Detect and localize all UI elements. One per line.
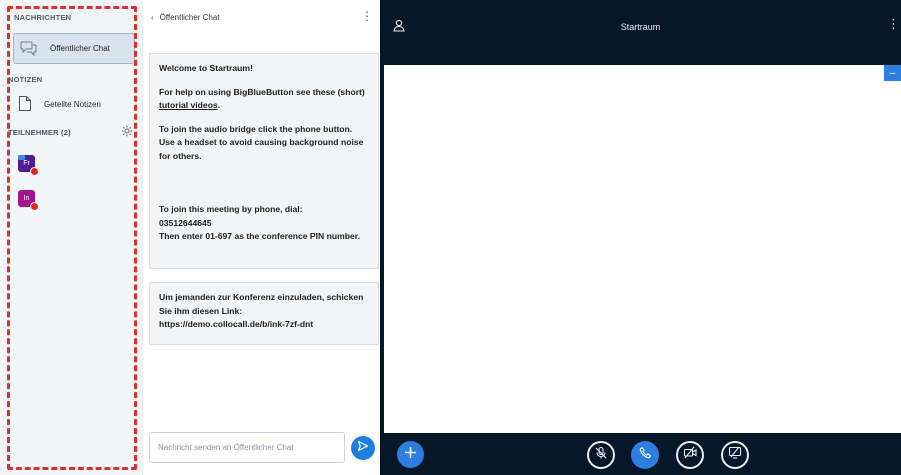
screen-share-off-icon bbox=[728, 446, 742, 464]
leave-audio-button[interactable] bbox=[631, 441, 659, 469]
public-chat-label: Öffentlicher Chat bbox=[50, 44, 110, 53]
dialin-number: 03512644645 bbox=[159, 217, 212, 228]
plus-icon bbox=[404, 446, 417, 464]
participants-section-title: TEILNEHMER (2) bbox=[8, 128, 71, 137]
document-icon bbox=[18, 95, 32, 114]
tutorial-videos-link[interactable]: tutorial videos bbox=[159, 100, 218, 110]
mic-muted-icon bbox=[594, 446, 608, 465]
help-line: For help on using BigBlueButton see thes… bbox=[159, 86, 365, 111]
share-webcam-button[interactable] bbox=[676, 441, 704, 469]
avatar[interactable]: In bbox=[18, 190, 39, 211]
kebab-menu-icon[interactable]: ⋮ bbox=[361, 10, 373, 22]
avatar[interactable]: Fr bbox=[18, 155, 39, 176]
send-button[interactable] bbox=[351, 436, 375, 460]
sidebar-item-public-chat[interactable]: Öffentlicher Chat bbox=[13, 33, 135, 64]
chat-message-input[interactable] bbox=[149, 432, 345, 463]
sidebar-item-shared-notes[interactable]: Geteilte Notizen bbox=[18, 92, 101, 116]
welcome-line: Welcome to Startraum! bbox=[159, 63, 253, 73]
notes-section-title: NOTIZEN bbox=[8, 75, 43, 84]
chat-header[interactable]: ‹ Öffentlicher Chat bbox=[151, 13, 220, 22]
avatar-initials: In bbox=[23, 195, 30, 202]
chat-title: Öffentlicher Chat bbox=[159, 13, 220, 22]
invite-message: Um jemanden zur Konferenz einzuladen, sc… bbox=[149, 282, 379, 345]
room-title: Startraum bbox=[620, 22, 661, 32]
chat-bubbles-icon bbox=[20, 40, 38, 58]
share-screen-button[interactable] bbox=[721, 441, 749, 469]
send-icon bbox=[357, 439, 369, 457]
welcome-message: Welcome to Startraum! For help on using … bbox=[149, 53, 379, 269]
room-name: Startraum bbox=[209, 63, 251, 73]
gear-icon[interactable] bbox=[121, 124, 133, 137]
audio-instructions: To join the audio bridge click the phone… bbox=[159, 123, 364, 161]
kebab-menu-icon[interactable]: ⋮ bbox=[887, 17, 900, 30]
status-badge bbox=[30, 202, 39, 211]
chevron-left-icon[interactable]: ‹ bbox=[151, 13, 154, 22]
presenter-badge bbox=[18, 155, 25, 160]
shared-notes-label: Geteilte Notizen bbox=[44, 99, 101, 109]
whiteboard-slide[interactable] bbox=[384, 65, 901, 433]
phone-icon bbox=[639, 446, 652, 464]
dialin-label: To join this meeting by phone, dial: bbox=[159, 204, 303, 214]
camera-off-icon bbox=[683, 446, 698, 464]
status-badge bbox=[30, 167, 39, 176]
user-list-panel: NACHRICHTEN Öffentlicher Chat NOTIZEN Ge… bbox=[0, 0, 142, 475]
minimize-presentation-button[interactable]: – bbox=[884, 65, 901, 81]
messages-section-title: NACHRICHTEN bbox=[14, 13, 72, 22]
invite-text: Um jemanden zur Konferenz einzuladen, sc… bbox=[159, 292, 364, 316]
mute-microphone-button[interactable] bbox=[587, 441, 615, 469]
chat-panel: ‹ Öffentlicher Chat ⋮ Welcome to Startra… bbox=[142, 0, 380, 475]
avatar-initials: Fr bbox=[23, 160, 30, 167]
actions-button[interactable] bbox=[397, 441, 424, 468]
pin-instructions: Then enter 01-697 as the conference PIN … bbox=[159, 231, 361, 241]
presentation-area: Startraum ⋮ – bbox=[380, 0, 901, 475]
invite-link[interactable]: https://demo.collocall.de/b/ink-7zf-dnt bbox=[159, 318, 369, 332]
nav-bar: Startraum ⋮ bbox=[380, 0, 901, 62]
